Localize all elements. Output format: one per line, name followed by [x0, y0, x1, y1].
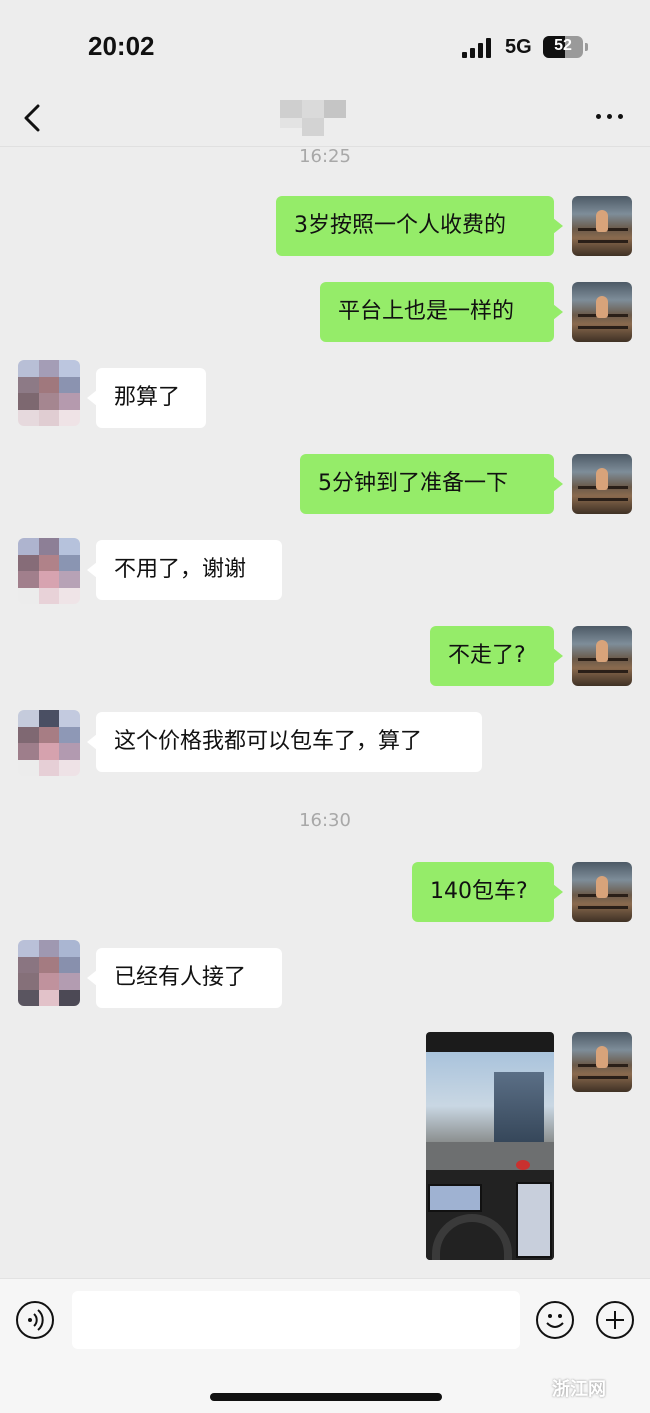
- my-avatar[interactable]: [572, 862, 632, 922]
- my-avatar[interactable]: [572, 282, 632, 342]
- chat-timestamp: 16:25: [299, 146, 351, 167]
- my-avatar[interactable]: [572, 1032, 632, 1092]
- message-input[interactable]: [72, 1291, 520, 1349]
- battery-level: 52: [554, 37, 572, 54]
- emoji-button[interactable]: [536, 1301, 574, 1339]
- my-avatar[interactable]: [572, 454, 632, 514]
- more-options-button[interactable]: [592, 104, 626, 128]
- signal-icon: [462, 38, 494, 58]
- incoming-message[interactable]: 这个价格我都可以包车了，算了: [87, 712, 482, 772]
- my-avatar[interactable]: [572, 626, 632, 686]
- status-time: 20:02: [88, 31, 155, 61]
- watermark: 浙江网: [552, 1379, 606, 1400]
- back-button[interactable]: [18, 98, 48, 138]
- message-input-bar: 浙江网: [0, 1278, 650, 1413]
- chevron-left-icon: [24, 104, 40, 132]
- contact-avatar[interactable]: [18, 710, 80, 776]
- more-actions-button[interactable]: [596, 1301, 634, 1339]
- outgoing-message[interactable]: 140包车?: [412, 862, 563, 922]
- outgoing-message[interactable]: 5分钟到了准备一下: [300, 454, 563, 514]
- status-bar: 20:02 5G 52: [0, 0, 650, 90]
- contact-name-redacted: [280, 98, 362, 138]
- voice-icon: [28, 1309, 44, 1331]
- outgoing-message[interactable]: 3岁按照一个人收费的: [276, 196, 563, 256]
- outgoing-message[interactable]: 平台上也是一样的: [320, 282, 563, 342]
- battery-icon: 52: [543, 36, 583, 58]
- contact-avatar[interactable]: [18, 360, 80, 426]
- contact-avatar[interactable]: [18, 538, 80, 604]
- incoming-message[interactable]: 已经有人接了: [87, 948, 282, 1008]
- outgoing-message[interactable]: 不走了?: [430, 626, 563, 686]
- chat-timestamp: 16:30: [299, 810, 351, 831]
- image-message[interactable]: [426, 1032, 554, 1260]
- voice-button[interactable]: [16, 1301, 54, 1339]
- home-indicator: [210, 1393, 442, 1401]
- plus-icon: [606, 1311, 624, 1329]
- chat-header: [0, 90, 650, 147]
- battery-tip: [585, 43, 588, 51]
- incoming-message[interactable]: 那算了: [87, 368, 206, 428]
- my-avatar[interactable]: [572, 196, 632, 256]
- network-type: 5G: [505, 36, 532, 58]
- emoji-icon: [546, 1314, 564, 1328]
- incoming-message[interactable]: 不用了，谢谢: [87, 540, 282, 600]
- contact-avatar[interactable]: [18, 940, 80, 1006]
